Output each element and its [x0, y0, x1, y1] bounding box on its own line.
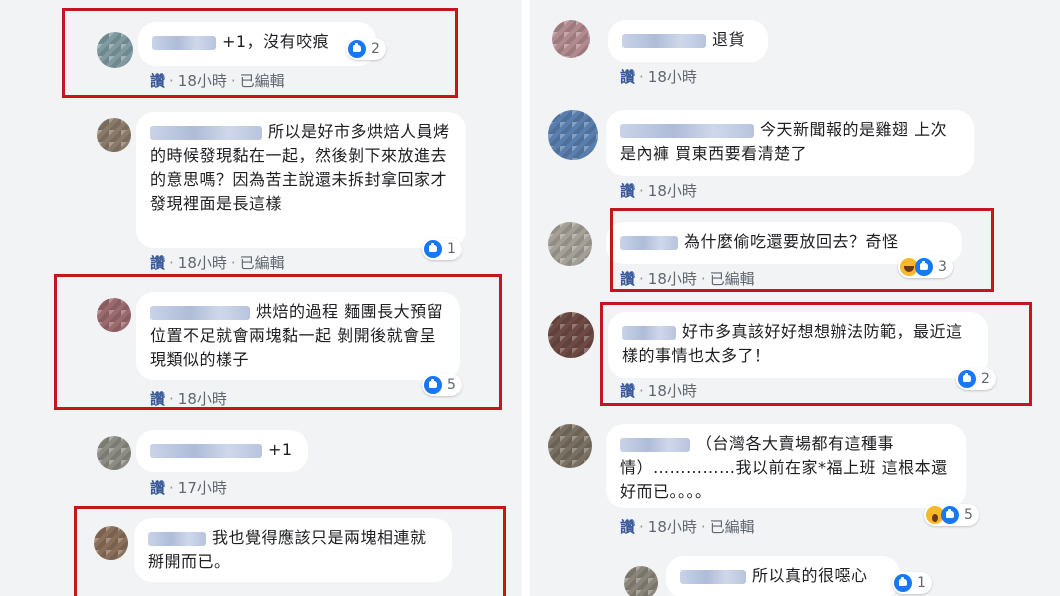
like-icon	[958, 370, 976, 388]
commenter-name[interactable]	[620, 437, 690, 452]
comment-bubble: 我也覺得應該只是兩塊相連就掰開而已。	[134, 518, 452, 582]
comment-meta: 讚 · 18小時 · 已編輯	[620, 270, 755, 288]
like-button[interactable]: 讚	[150, 254, 165, 272]
like-icon	[915, 258, 933, 276]
commenter-name[interactable]	[622, 33, 706, 48]
commenter-name[interactable]	[620, 123, 754, 138]
comment-bubble: +1，沒有咬痕	[138, 22, 376, 66]
reaction-count: 3	[938, 259, 947, 275]
reaction-count: 5	[447, 377, 456, 393]
comment-bubble: 退貨	[608, 20, 768, 62]
timestamp[interactable]: 18小時	[178, 390, 227, 408]
timestamp[interactable]: 17小時	[178, 479, 227, 497]
comment-meta: 讚 · 18小時 · 已編輯	[620, 518, 755, 536]
like-icon	[894, 574, 912, 592]
timestamp[interactable]: 18小時	[178, 254, 227, 272]
left-comment-panel: +1，沒有咬痕 2 讚 · 18小時 · 已編輯 所以是好市多烘焙人員烤的時候發現黏在一…	[0, 0, 522, 596]
reaction-count: 1	[447, 241, 456, 257]
comment-bubble: 好市多真該好好想想辦法防範，最近這樣的事情也太多了！	[608, 312, 988, 378]
comment-bubble: 所以真的很噁心	[666, 556, 900, 596]
reaction-count: 2	[981, 371, 990, 387]
like-button[interactable]: 讚	[620, 68, 635, 86]
reaction-count: 5	[964, 507, 973, 523]
comment-text: +1，沒有咬痕	[222, 32, 330, 51]
comment-bubble: （台灣各大賣場都有這種事情）……………我以前在家*福上班 這根本還好而已。。。。	[606, 424, 966, 508]
like-icon	[424, 376, 442, 394]
commenter-name[interactable]	[680, 569, 746, 584]
comment-text: 退貨	[712, 30, 746, 49]
comment-meta: 讚 · 18小時	[150, 390, 227, 408]
like-button[interactable]: 讚	[620, 270, 635, 288]
avatar[interactable]	[548, 312, 594, 358]
timestamp[interactable]: 18小時	[648, 270, 697, 288]
commenter-name[interactable]	[150, 305, 250, 320]
reaction-summary[interactable]: 2	[346, 38, 386, 60]
edited-label[interactable]: 已編輯	[240, 72, 285, 90]
edited-label[interactable]: 已編輯	[710, 270, 755, 288]
comment-meta: 讚 · 18小時 · 已編輯	[150, 254, 285, 272]
like-button[interactable]: 讚	[620, 382, 635, 400]
comment-meta: 讚 · 18小時	[620, 382, 697, 400]
reaction-summary[interactable]: 1	[422, 238, 462, 260]
edited-label[interactable]: 已編輯	[240, 254, 285, 272]
reaction-summary[interactable]: 1	[892, 572, 932, 594]
like-icon	[941, 506, 959, 524]
edited-label[interactable]: 已編輯	[710, 518, 755, 536]
commenter-name[interactable]	[622, 325, 676, 340]
timestamp[interactable]: 18小時	[648, 182, 697, 200]
comment-text: 為什麼偷吃還要放回去？奇怪	[684, 232, 899, 251]
commenter-name[interactable]	[150, 443, 262, 458]
reaction-count: 2	[371, 41, 380, 57]
commenter-name[interactable]	[150, 125, 262, 140]
comment-bubble: 今天新聞報的是雞翅 上次是內褲 買東西要看清楚了	[606, 110, 974, 176]
commenter-name[interactable]	[620, 235, 678, 250]
like-button[interactable]: 讚	[150, 72, 165, 90]
comment-text: +1	[268, 440, 293, 459]
avatar[interactable]	[548, 222, 592, 266]
comment-bubble: 烘焙的過程 麵團長大預留位置不足就會兩塊黏一起 剝開後就會呈現類似的樣子	[136, 292, 460, 380]
comment-bubble: 所以是好市多烘焙人員烤的時候發現黏在一起，然後剝下來放進去的意思嗎？因為苦主說還…	[136, 112, 466, 248]
comment-meta: 讚 · 18小時 · 已編輯	[150, 72, 285, 90]
avatar[interactable]	[97, 298, 131, 332]
reaction-summary[interactable]: 3	[898, 256, 953, 278]
like-button[interactable]: 讚	[620, 182, 635, 200]
avatar[interactable]	[97, 436, 131, 470]
reaction-summary[interactable]: 5	[924, 504, 979, 526]
right-comment-panel: 退貨 讚 · 18小時 今天新聞報的是雞翅 上次是內褲 買東西要看清楚了 讚 · 18小…	[530, 0, 1060, 596]
commenter-name[interactable]	[148, 531, 206, 546]
timestamp[interactable]: 18小時	[648, 382, 697, 400]
like-icon	[424, 240, 442, 258]
reaction-count: 1	[917, 575, 926, 591]
timestamp[interactable]: 18小時	[648, 518, 697, 536]
avatar[interactable]	[552, 20, 590, 58]
comment-meta: 讚 · 18小時	[620, 182, 697, 200]
reaction-summary[interactable]: 5	[422, 374, 462, 396]
like-button[interactable]: 讚	[620, 518, 635, 536]
like-button[interactable]: 讚	[150, 479, 165, 497]
avatar[interactable]	[548, 110, 598, 160]
commenter-name[interactable]	[152, 35, 216, 50]
like-button[interactable]: 讚	[150, 390, 165, 408]
avatar[interactable]	[94, 526, 128, 560]
avatar[interactable]	[97, 118, 131, 152]
timestamp[interactable]: 18小時	[648, 68, 697, 86]
avatar[interactable]	[624, 566, 658, 596]
timestamp[interactable]: 18小時	[178, 72, 227, 90]
avatar[interactable]	[97, 32, 133, 68]
like-icon	[348, 40, 366, 58]
comment-meta: 讚 · 18小時	[620, 68, 697, 86]
comment-meta: 讚 · 17小時	[150, 479, 227, 497]
comment-text: 所以真的很噁心	[752, 566, 868, 585]
comment-bubble: +1	[136, 430, 308, 472]
reaction-summary[interactable]: 2	[956, 368, 996, 390]
avatar[interactable]	[548, 424, 592, 468]
